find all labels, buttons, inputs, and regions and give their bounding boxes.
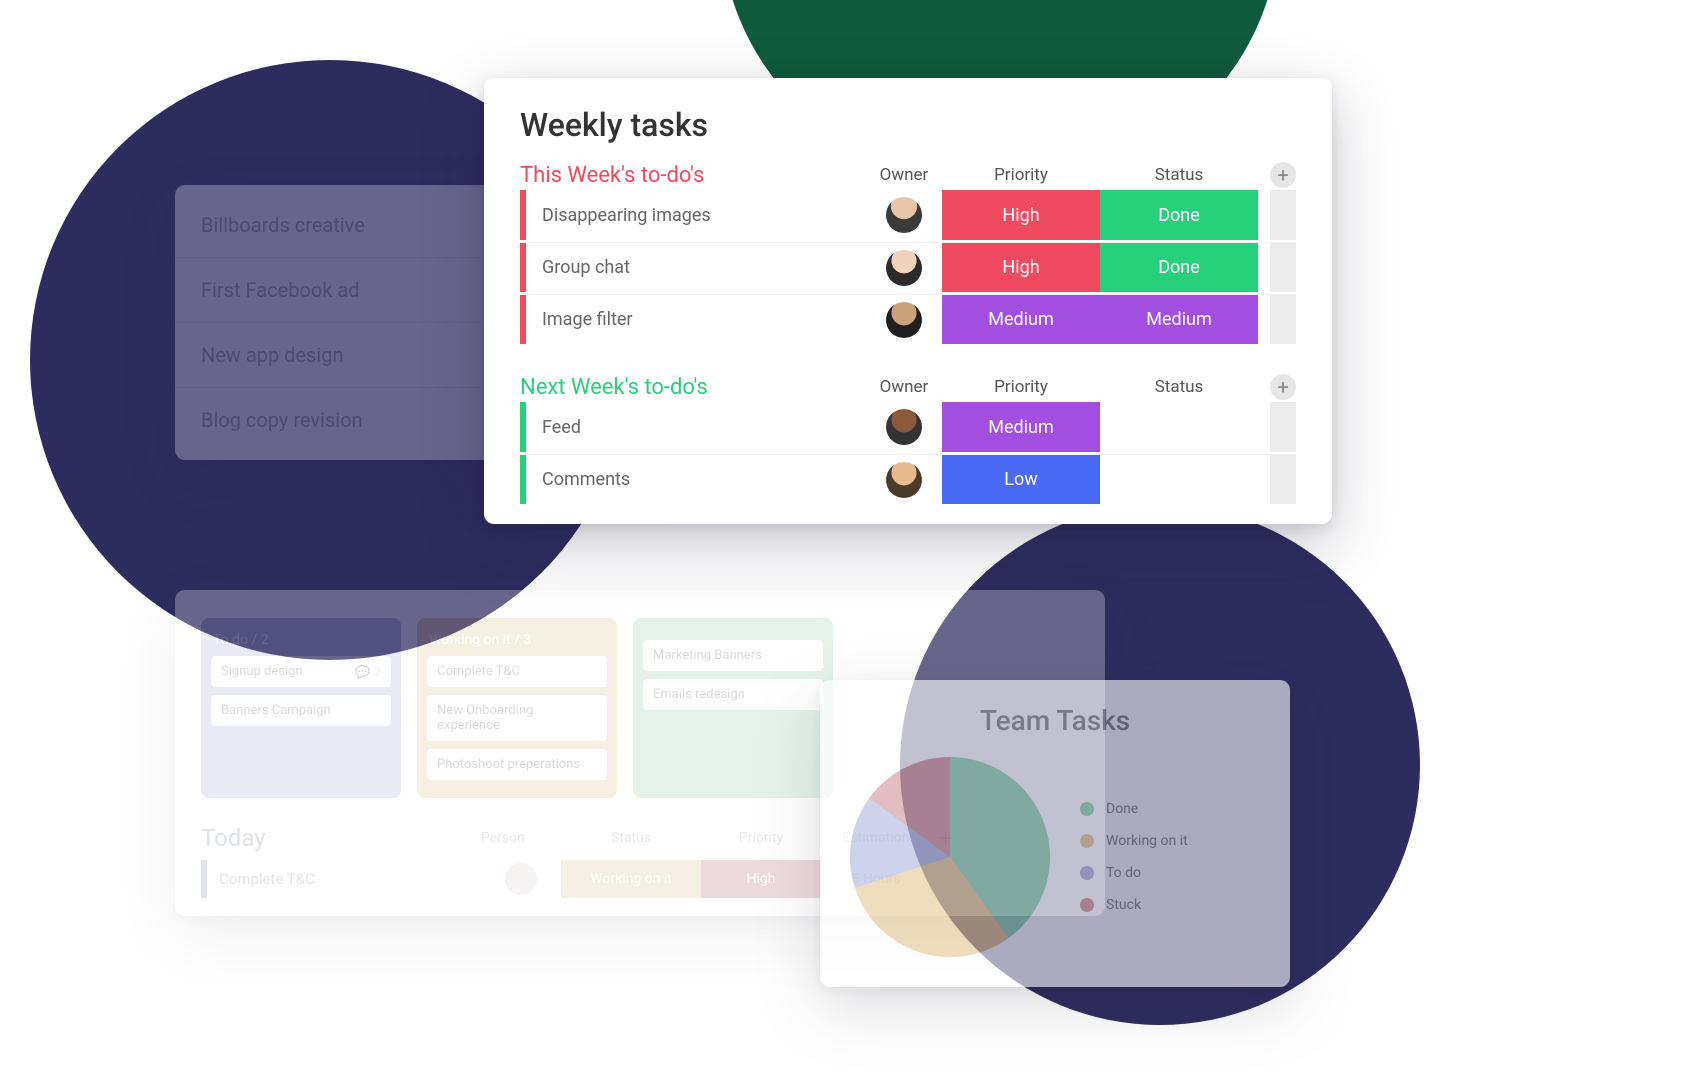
task-name: Group chat [526,243,866,292]
today-col-header-person: Person [481,830,561,846]
row-tail [1270,455,1296,504]
legend-dot-icon [1080,898,1094,912]
kanban-task[interactable]: Banners Campaign [211,695,391,726]
status-cell[interactable]: Done [1100,243,1258,292]
col-header-owner: Owner [866,165,942,185]
avatar[interactable] [886,409,922,445]
task-row[interactable]: Feed Medium [520,402,1296,452]
kanban-col-title: To do / 2 [213,632,269,648]
legend-item: To do [1080,865,1188,881]
legend-item: Working on it [1080,833,1188,849]
avatar[interactable] [886,302,922,338]
kanban-col-title: Working on it / 3 [429,632,531,648]
status-cell[interactable] [1100,455,1258,504]
weekly-tasks-card: Weekly tasks This Week's to-do's Owner P… [484,78,1332,524]
priority-cell[interactable]: Medium [942,402,1100,452]
row-tail [1270,295,1296,344]
kanban-col-working[interactable]: Working on it / 3 Complete T&C New Onboa… [417,618,617,798]
task-name: Feed [526,402,866,452]
team-tasks-legend: Done Working on it To do Stuck [1080,801,1188,913]
section-title-this-week: This Week's to-do's [520,163,866,188]
kanban-task[interactable]: Emails redesign [643,679,823,710]
legend-dot-icon [1080,866,1094,880]
task-name: Comments [526,455,866,504]
legend-item: Stuck [1080,897,1188,913]
today-col-header-status: Status [561,830,701,846]
section-title-next-week: Next Week's to-do's [520,375,866,400]
kanban-task-comment-count: 2 [374,665,381,679]
kanban-task[interactable]: Marketing Banners [643,640,823,671]
add-column-button[interactable]: + [1270,162,1296,188]
row-tail [1270,402,1296,452]
avatar[interactable] [886,250,922,286]
priority-cell[interactable]: Medium [942,295,1100,344]
col-header-priority: Priority [942,377,1100,397]
task-row[interactable]: Image filter Medium Medium [520,294,1296,344]
col-header-priority: Priority [942,165,1100,185]
status-badge[interactable]: Working on it [561,860,701,898]
col-header-owner: Owner [866,377,942,397]
col-header-status: Status [1100,377,1258,397]
legend-label: Stuck [1106,897,1141,913]
today-col-header-priority: Priority [701,830,821,846]
legend-label: Done [1106,801,1138,817]
weekly-title: Weekly tasks [520,106,1296,144]
legend-dot-icon [1080,802,1094,816]
status-cell[interactable]: Done [1100,190,1258,240]
legend-item: Done [1080,801,1188,817]
avatar[interactable] [505,863,537,895]
row-tail [1270,243,1296,292]
task-name: Image filter [526,295,866,344]
team-tasks-pie-chart [850,757,1050,957]
avatar[interactable] [886,197,922,233]
task-name: Disappearing images [526,190,866,240]
row-tail [1270,190,1296,240]
legend-dot-icon [1080,834,1094,848]
task-row[interactable]: Comments Low [520,454,1296,504]
priority-cell[interactable]: High [942,190,1100,240]
priority-badge[interactable]: High [701,860,821,898]
kanban-task[interactable]: Photoshoot preperations [427,749,607,780]
kanban-task[interactable]: Complete T&C [427,656,607,687]
team-tasks-title: Team Tasks [850,704,1260,737]
today-section-title: Today [201,824,481,852]
legend-label: Working on it [1106,833,1188,849]
task-row[interactable]: Disappearing images High Done [520,190,1296,240]
task-row[interactable]: Group chat High Done [520,242,1296,292]
legend-label: To do [1106,865,1141,881]
kanban-task[interactable]: New Onboarding experience [427,695,607,741]
avatar[interactable] [886,462,922,498]
kanban-col-todo[interactable]: To do / 2 Signup design 💬 2 Banners Camp… [201,618,401,798]
col-header-status: Status [1100,165,1258,185]
add-column-button[interactable]: + [1270,374,1296,400]
kanban-col-done[interactable]: Marketing Banners Emails redesign [633,618,833,798]
team-tasks-card: Team Tasks Done Working on it To do Stuc… [820,680,1290,987]
status-cell[interactable]: Medium [1100,295,1258,344]
priority-cell[interactable]: Low [942,455,1100,504]
kanban-task[interactable]: Signup design 💬 2 [211,656,391,687]
today-task-name: Complete T&C [207,870,481,888]
priority-cell[interactable]: High [942,243,1100,292]
kanban-task-label: Signup design [221,664,303,679]
status-cell[interactable] [1100,402,1258,452]
